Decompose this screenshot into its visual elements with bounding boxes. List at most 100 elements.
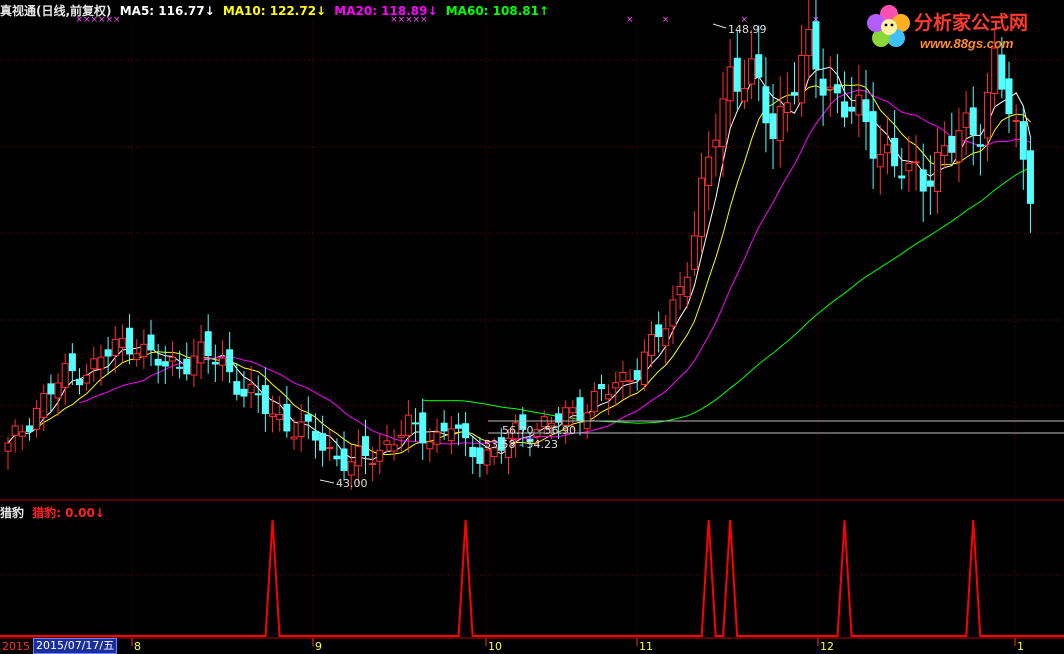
- candle-up: [912, 161, 920, 164]
- candle-up: [676, 286, 684, 295]
- candle-up: [726, 66, 734, 102]
- low-price-label: 43.00: [336, 477, 368, 490]
- candle-down: [462, 423, 470, 439]
- candle-up: [4, 442, 12, 452]
- candle-up: [33, 407, 41, 430]
- candle-up: [669, 299, 677, 327]
- candle-up: [955, 130, 963, 163]
- candle-down: [25, 425, 33, 433]
- candle-up: [426, 441, 434, 450]
- candle-up: [783, 102, 791, 113]
- candle-down: [340, 448, 348, 472]
- candle-up: [97, 356, 105, 370]
- candle-down: [147, 334, 155, 351]
- candle-up: [376, 449, 384, 462]
- candle-down: [362, 436, 369, 457]
- candle-up: [712, 139, 720, 148]
- candle-down: [469, 447, 477, 458]
- candle-up: [297, 421, 305, 438]
- ma60-line: [422, 167, 1031, 424]
- candle-up: [347, 461, 355, 476]
- candle-down: [926, 180, 934, 187]
- candle-up: [326, 446, 334, 449]
- candle-up: [433, 431, 441, 445]
- candle-up: [962, 112, 970, 128]
- candle-up: [984, 91, 992, 139]
- candle-down: [819, 78, 827, 96]
- level-b-label: 53.58 - 54.23: [484, 438, 558, 451]
- candle-down: [833, 84, 841, 94]
- candle-down: [1005, 78, 1013, 115]
- year-label: 2015: [2, 640, 30, 652]
- candle-down: [419, 412, 427, 444]
- candle-up: [690, 235, 698, 270]
- indicator-line: [0, 519, 1064, 637]
- candle-down: [204, 331, 212, 357]
- candle-down: [841, 101, 849, 118]
- candle-down: [948, 135, 956, 153]
- candle-down: [762, 86, 770, 124]
- candle-up: [805, 29, 813, 57]
- candle-down: [233, 381, 241, 395]
- candle-down: [848, 106, 856, 112]
- indicator-name: 猎豹: [0, 506, 25, 520]
- signal-mark: ×: [76, 15, 84, 25]
- candle-up: [934, 152, 941, 193]
- candle-down: [812, 21, 820, 70]
- candle-down: [655, 324, 663, 338]
- candle-up: [748, 58, 756, 85]
- candle-up: [190, 355, 198, 376]
- candle-up: [133, 353, 141, 360]
- signal-mark: ×: [626, 15, 634, 25]
- high-pointer: [712, 23, 727, 29]
- candle-up: [719, 98, 727, 147]
- candle-down: [183, 358, 191, 375]
- signal-mark: ×: [420, 15, 428, 25]
- candle-down: [791, 92, 798, 96]
- candle-up: [855, 94, 863, 116]
- candle-down: [633, 370, 641, 381]
- candle-up: [683, 276, 691, 298]
- signal-mark: ×: [405, 15, 413, 25]
- candle-up: [826, 86, 834, 90]
- candle-down: [254, 393, 262, 396]
- candle-up: [648, 333, 655, 357]
- candle-up: [11, 425, 19, 436]
- candle-up: [562, 407, 570, 427]
- candle-up: [397, 434, 405, 438]
- candle-down: [919, 169, 927, 192]
- candle-up: [18, 431, 26, 437]
- signal-mark: ×: [413, 15, 421, 25]
- ma10-line: [36, 84, 1031, 455]
- candle-up: [447, 428, 455, 442]
- month-label: 12: [820, 640, 834, 652]
- candle-up: [404, 414, 412, 436]
- month-label: 9: [315, 640, 322, 652]
- month-label: 11: [639, 640, 653, 652]
- candle-up: [626, 380, 634, 383]
- candle-down: [998, 54, 1006, 90]
- candle-down: [412, 422, 420, 425]
- candle-up: [61, 363, 69, 388]
- candle-up: [740, 87, 748, 102]
- candle-down: [319, 433, 327, 451]
- candle-up: [876, 153, 884, 168]
- candle-up: [111, 339, 119, 356]
- signal-mark: ×: [113, 15, 121, 25]
- candle-up: [354, 445, 362, 467]
- candle-up: [619, 371, 627, 382]
- candle-up: [276, 414, 284, 420]
- candle-down: [104, 349, 112, 357]
- candle-up: [90, 358, 98, 370]
- candle-down: [440, 422, 448, 432]
- candle-down: [454, 424, 462, 429]
- candle-down: [68, 353, 76, 372]
- candle-up: [662, 328, 670, 347]
- candle-down: [733, 57, 741, 92]
- chart-canvas[interactable]: ××××××××××××××× 2015891011121 148.9943.0…: [0, 0, 1064, 652]
- candle-up: [776, 105, 784, 142]
- month-label: 1: [1017, 640, 1024, 652]
- candle-down: [576, 397, 584, 421]
- stock-chart-window: 真视通(日线,前复权) MA5: 116.77↓ MA10: 122.72↓ M…: [0, 0, 1064, 654]
- candle-up: [1012, 119, 1020, 122]
